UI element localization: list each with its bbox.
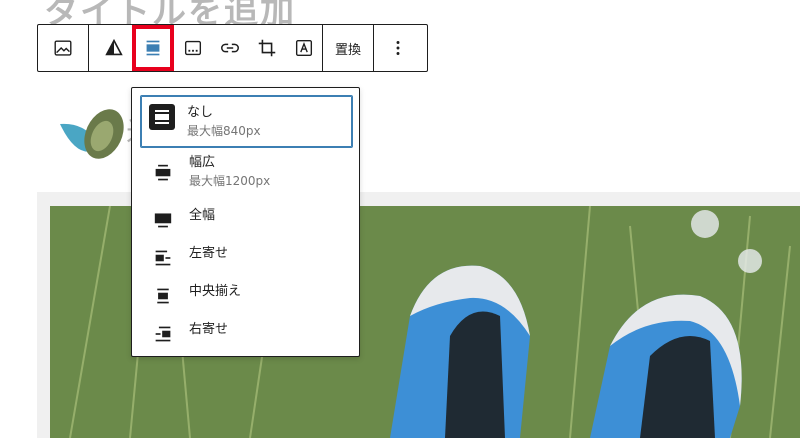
align-left-icon	[152, 245, 174, 271]
align-option-full[interactable]: 全幅	[140, 207, 353, 233]
duotone-icon	[104, 38, 123, 56]
align-center-icon	[152, 283, 174, 309]
block-toolbar: 置換	[37, 24, 428, 72]
toolbar-group-more	[374, 25, 422, 71]
caption-icon	[184, 40, 201, 56]
option-description: 最大幅840px	[187, 124, 261, 138]
align-option-right[interactable]: 右寄せ	[140, 321, 353, 347]
author-avatar	[58, 102, 128, 166]
align-none-icon	[149, 104, 175, 130]
align-option-none[interactable]: なし 最大幅840px	[140, 95, 353, 148]
align-none-icon	[146, 40, 160, 56]
align-wide-icon	[152, 160, 174, 186]
option-label: 全幅	[189, 208, 216, 223]
option-description: 最大幅1200px	[189, 174, 271, 188]
link-icon	[220, 43, 239, 53]
align-dropdown-menu: なし 最大幅840px 幅広 最大幅1200px 全幅 左寄せ 中央揃え 右寄せ	[131, 87, 360, 357]
crop-icon	[258, 39, 275, 57]
link-button[interactable]	[211, 25, 248, 71]
option-label: 中央揃え	[189, 284, 242, 299]
text-overlay-icon	[295, 39, 312, 57]
crop-button[interactable]	[248, 25, 285, 71]
option-label: 左寄せ	[189, 246, 229, 261]
image-block-button[interactable]	[38, 25, 88, 71]
duotone-button[interactable]	[95, 25, 132, 71]
toolbar-group-tools	[89, 25, 323, 71]
replace-button[interactable]: 置換	[323, 25, 373, 71]
more-options-button[interactable]	[374, 25, 422, 71]
toolbar-group-block	[38, 25, 89, 71]
more-options-icon	[396, 41, 400, 55]
image-icon	[54, 40, 72, 56]
align-option-left[interactable]: 左寄せ	[140, 245, 353, 271]
align-full-icon	[152, 207, 174, 233]
align-option-center[interactable]: 中央揃え	[140, 283, 353, 309]
align-option-wide[interactable]: 幅広 最大幅1200px	[140, 154, 353, 190]
option-label: なし	[187, 105, 214, 120]
align-button[interactable]	[132, 25, 174, 71]
toolbar-group-replace: 置換	[323, 25, 375, 71]
option-label: 幅広	[189, 155, 216, 170]
option-label: 右寄せ	[189, 322, 229, 337]
align-right-icon	[152, 321, 174, 347]
caption-button[interactable]	[174, 25, 211, 71]
text-overlay-button[interactable]	[285, 25, 322, 71]
